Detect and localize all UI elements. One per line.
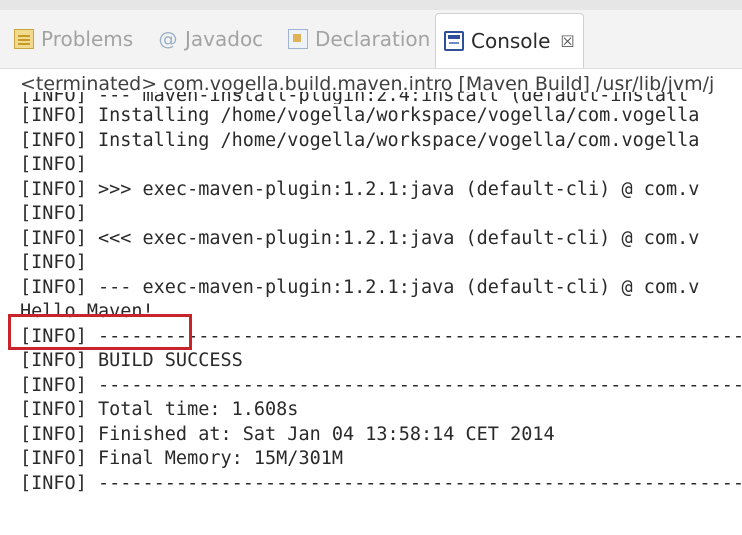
console-line: [INFO] Installing /home/vogella/workspac…	[20, 129, 700, 151]
tab-declaration-label: Declaration	[315, 27, 431, 51]
console-line: [INFO] Installing /home/vogella/workspac…	[20, 105, 700, 126]
tab-problems[interactable]: Problems	[14, 10, 133, 68]
problems-icon	[14, 29, 34, 49]
javadoc-icon: @	[158, 28, 178, 50]
eclipse-console-view: Problems @ Javadoc Declaration Console ☒…	[0, 0, 742, 535]
console-line: [INFO] ---------------------------------…	[20, 374, 742, 396]
console-line: [INFO] Finished at: Sat Jan 04 13:58:14 …	[20, 423, 555, 445]
declaration-icon	[288, 29, 308, 49]
tab-declaration[interactable]: Declaration	[288, 10, 430, 68]
console-output[interactable]: [INFO] --- maven-install-plugin:2.4:inst…	[20, 92, 742, 532]
console-line: [INFO] ---------------------------------…	[20, 472, 742, 494]
console-line: [INFO] <<< exec-maven-plugin:1.2.1:java …	[20, 227, 700, 249]
console-icon	[444, 31, 464, 51]
console-line: [INFO]	[20, 154, 87, 175]
view-tab-bar: Problems @ Javadoc Declaration Console ☒	[0, 10, 742, 69]
close-icon[interactable]: ☒	[560, 32, 574, 51]
console-line-build-success: [INFO] BUILD SUCCESS	[20, 350, 243, 371]
console-line: [INFO] Total time: 1.608s	[20, 399, 299, 420]
tab-problems-label: Problems	[41, 27, 134, 51]
tab-javadoc-label: Javadoc	[185, 27, 264, 51]
tab-console[interactable]: Console ☒	[435, 13, 584, 68]
console-line: [INFO]	[20, 252, 87, 273]
console-line: [INFO] Final Memory: 15M/301M	[20, 448, 344, 469]
console-line: [INFO] --- exec-maven-plugin:1.2.1:java …	[20, 276, 700, 298]
console-line: [INFO] ---------------------------------…	[20, 325, 742, 347]
console-line: [INFO] --- maven-install-plugin:2.4:inst…	[20, 92, 689, 104]
console-line-hello-maven: Hello Maven!	[20, 301, 154, 322]
tab-javadoc[interactable]: @ Javadoc	[158, 10, 264, 68]
console-line: [INFO] >>> exec-maven-plugin:1.2.1:java …	[20, 178, 700, 200]
tab-console-label: Console	[471, 29, 551, 53]
console-line: [INFO]	[20, 203, 87, 224]
